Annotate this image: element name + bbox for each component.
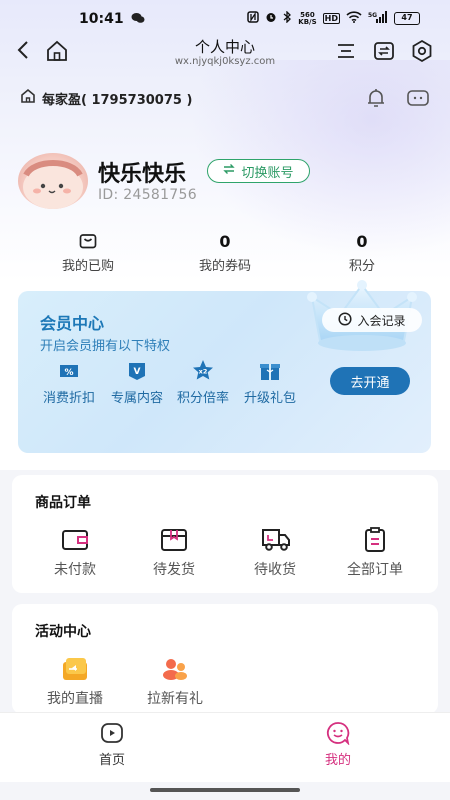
status-bar: 10:41 560 KB/S HD 5G 47 xyxy=(0,0,450,38)
order-all-label: 全部订单 xyxy=(347,562,403,578)
activity-invite[interactable]: 拉新有礼 xyxy=(125,656,225,708)
status-icons: 560 KB/S HD 5G 47 xyxy=(247,10,420,26)
message-icon[interactable] xyxy=(406,86,430,110)
bluetooth-icon xyxy=(283,10,292,26)
wechat-icon xyxy=(131,12,145,27)
perk-discount: % 消费折扣 xyxy=(36,359,102,406)
stat-coupons-value: 0 xyxy=(219,231,231,251)
wallet-icon xyxy=(61,527,89,553)
perk-exclusive: V 专属内容 xyxy=(104,359,170,406)
home-indicator xyxy=(150,788,300,792)
perk-points-rate-label: 积分倍率 xyxy=(176,391,229,406)
join-member-button[interactable]: 去开通 xyxy=(330,367,410,395)
signal-icon: 5G xyxy=(368,11,388,26)
stats-row: 我的已购 0 我的券码 0 积分 xyxy=(0,231,450,275)
perk-discount-label: 消费折扣 xyxy=(42,391,95,406)
order-to-ship[interactable]: 待发货 xyxy=(124,527,224,579)
store-actions xyxy=(364,86,430,110)
truck-icon xyxy=(261,527,290,553)
store-name: 每家盈( 1795730075 ) xyxy=(42,92,193,108)
order-unpaid[interactable]: 未付款 xyxy=(25,527,125,579)
nav-bar: 个人中心 wx.njyqkj0ksyz.com xyxy=(0,36,450,70)
member-center-card[interactable]: 会员中心 开启会员拥有以下特权 入会记录 % 消费折扣 V 专属内容 x2 积分… xyxy=(18,280,431,453)
order-to-receive[interactable]: 待收货 xyxy=(225,527,325,579)
activity-card: 活动中心 我的直播 拉新有礼 xyxy=(12,604,438,714)
hd-badge: HD xyxy=(322,13,340,24)
nfc-icon xyxy=(247,11,260,26)
alarm-icon xyxy=(265,11,277,26)
store-home-icon xyxy=(20,88,36,108)
stat-points[interactable]: 0 积分 xyxy=(302,231,422,275)
perk-gift-label: 升级礼包 xyxy=(243,391,296,406)
switch-account-label: 切换账号 xyxy=(241,165,294,181)
clipboard-icon xyxy=(361,527,389,553)
orders-title: 商品订单 xyxy=(35,495,91,511)
stat-purchased[interactable]: 我的已购 xyxy=(28,232,148,274)
package-icon xyxy=(160,527,188,553)
activity-invite-label: 拉新有礼 xyxy=(147,691,203,707)
svg-text:5G: 5G xyxy=(368,12,377,19)
tab-home-label: 首页 xyxy=(98,753,125,768)
stat-points-label: 积分 xyxy=(348,259,375,274)
tab-mine[interactable]: 我的 xyxy=(298,721,378,768)
vip-badge-icon: V xyxy=(125,359,149,383)
member-title: 会员中心 xyxy=(40,314,105,333)
switch-account-button[interactable]: 切换账号 xyxy=(207,159,310,183)
bag-icon xyxy=(28,232,148,250)
perk-exclusive-icon-text: V xyxy=(134,367,141,377)
menu-icon[interactable] xyxy=(334,39,358,63)
perk-points-rate: x2 积分倍率 xyxy=(170,359,236,406)
status-time: 10:41 xyxy=(79,11,124,27)
join-record-label: 入会记录 xyxy=(357,313,406,328)
switch-arrows-icon xyxy=(223,163,236,179)
star-multiplier-icon: x2 xyxy=(191,359,215,383)
user-id: ID: 24581756 xyxy=(98,187,197,203)
bottom-tab-bar: 首页 我的 xyxy=(0,712,450,782)
perk-points-rate-icon-text: x2 xyxy=(199,368,208,376)
play-home-icon xyxy=(100,721,124,745)
avatar[interactable] xyxy=(18,153,88,209)
nav-actions xyxy=(334,39,434,63)
stat-coupons[interactable]: 0 我的券码 xyxy=(165,231,285,275)
username: 快乐快乐 xyxy=(98,162,187,187)
join-record-button[interactable]: 入会记录 xyxy=(322,308,422,332)
discount-tag-icon: % xyxy=(57,359,81,383)
order-to-ship-label: 待发货 xyxy=(153,562,195,578)
perk-exclusive-label: 专属内容 xyxy=(110,391,163,406)
order-unpaid-label: 未付款 xyxy=(54,562,96,578)
smile-icon xyxy=(326,721,350,746)
perk-discount-icon-text: % xyxy=(64,368,73,378)
switch-window-icon[interactable] xyxy=(372,39,396,63)
store-selector[interactable]: 每家盈( 1795730075 ) xyxy=(20,88,192,108)
order-all[interactable]: 全部订单 xyxy=(325,527,425,579)
live-icon xyxy=(61,656,89,682)
gift-box-icon xyxy=(258,359,282,383)
order-to-receive-label: 待收货 xyxy=(254,562,296,578)
notification-bell-icon[interactable] xyxy=(364,86,388,110)
perk-gift: 升级礼包 xyxy=(237,359,303,406)
activity-my-live[interactable]: 我的直播 xyxy=(25,656,125,708)
net-speed-unit: KB/S xyxy=(298,17,317,26)
invite-icon xyxy=(161,656,189,682)
battery-indicator: 47 xyxy=(394,12,420,25)
wifi-icon xyxy=(346,11,362,26)
tab-mine-label: 我的 xyxy=(324,753,351,768)
orders-card: 商品订单 未付款 待发货 待收货 全部订单 xyxy=(12,475,438,593)
stat-purchased-label: 我的已购 xyxy=(61,259,114,274)
member-subtitle: 开启会员拥有以下特权 xyxy=(40,339,171,354)
net-speed: 560 KB/S xyxy=(298,11,317,26)
activity-my-live-label: 我的直播 xyxy=(47,691,103,707)
stat-coupons-label: 我的券码 xyxy=(198,259,251,274)
stat-points-value: 0 xyxy=(356,231,368,251)
activity-title: 活动中心 xyxy=(35,624,91,640)
clock-icon xyxy=(338,311,353,329)
tab-home[interactable]: 首页 xyxy=(72,721,152,768)
settings-icon[interactable] xyxy=(410,39,434,63)
